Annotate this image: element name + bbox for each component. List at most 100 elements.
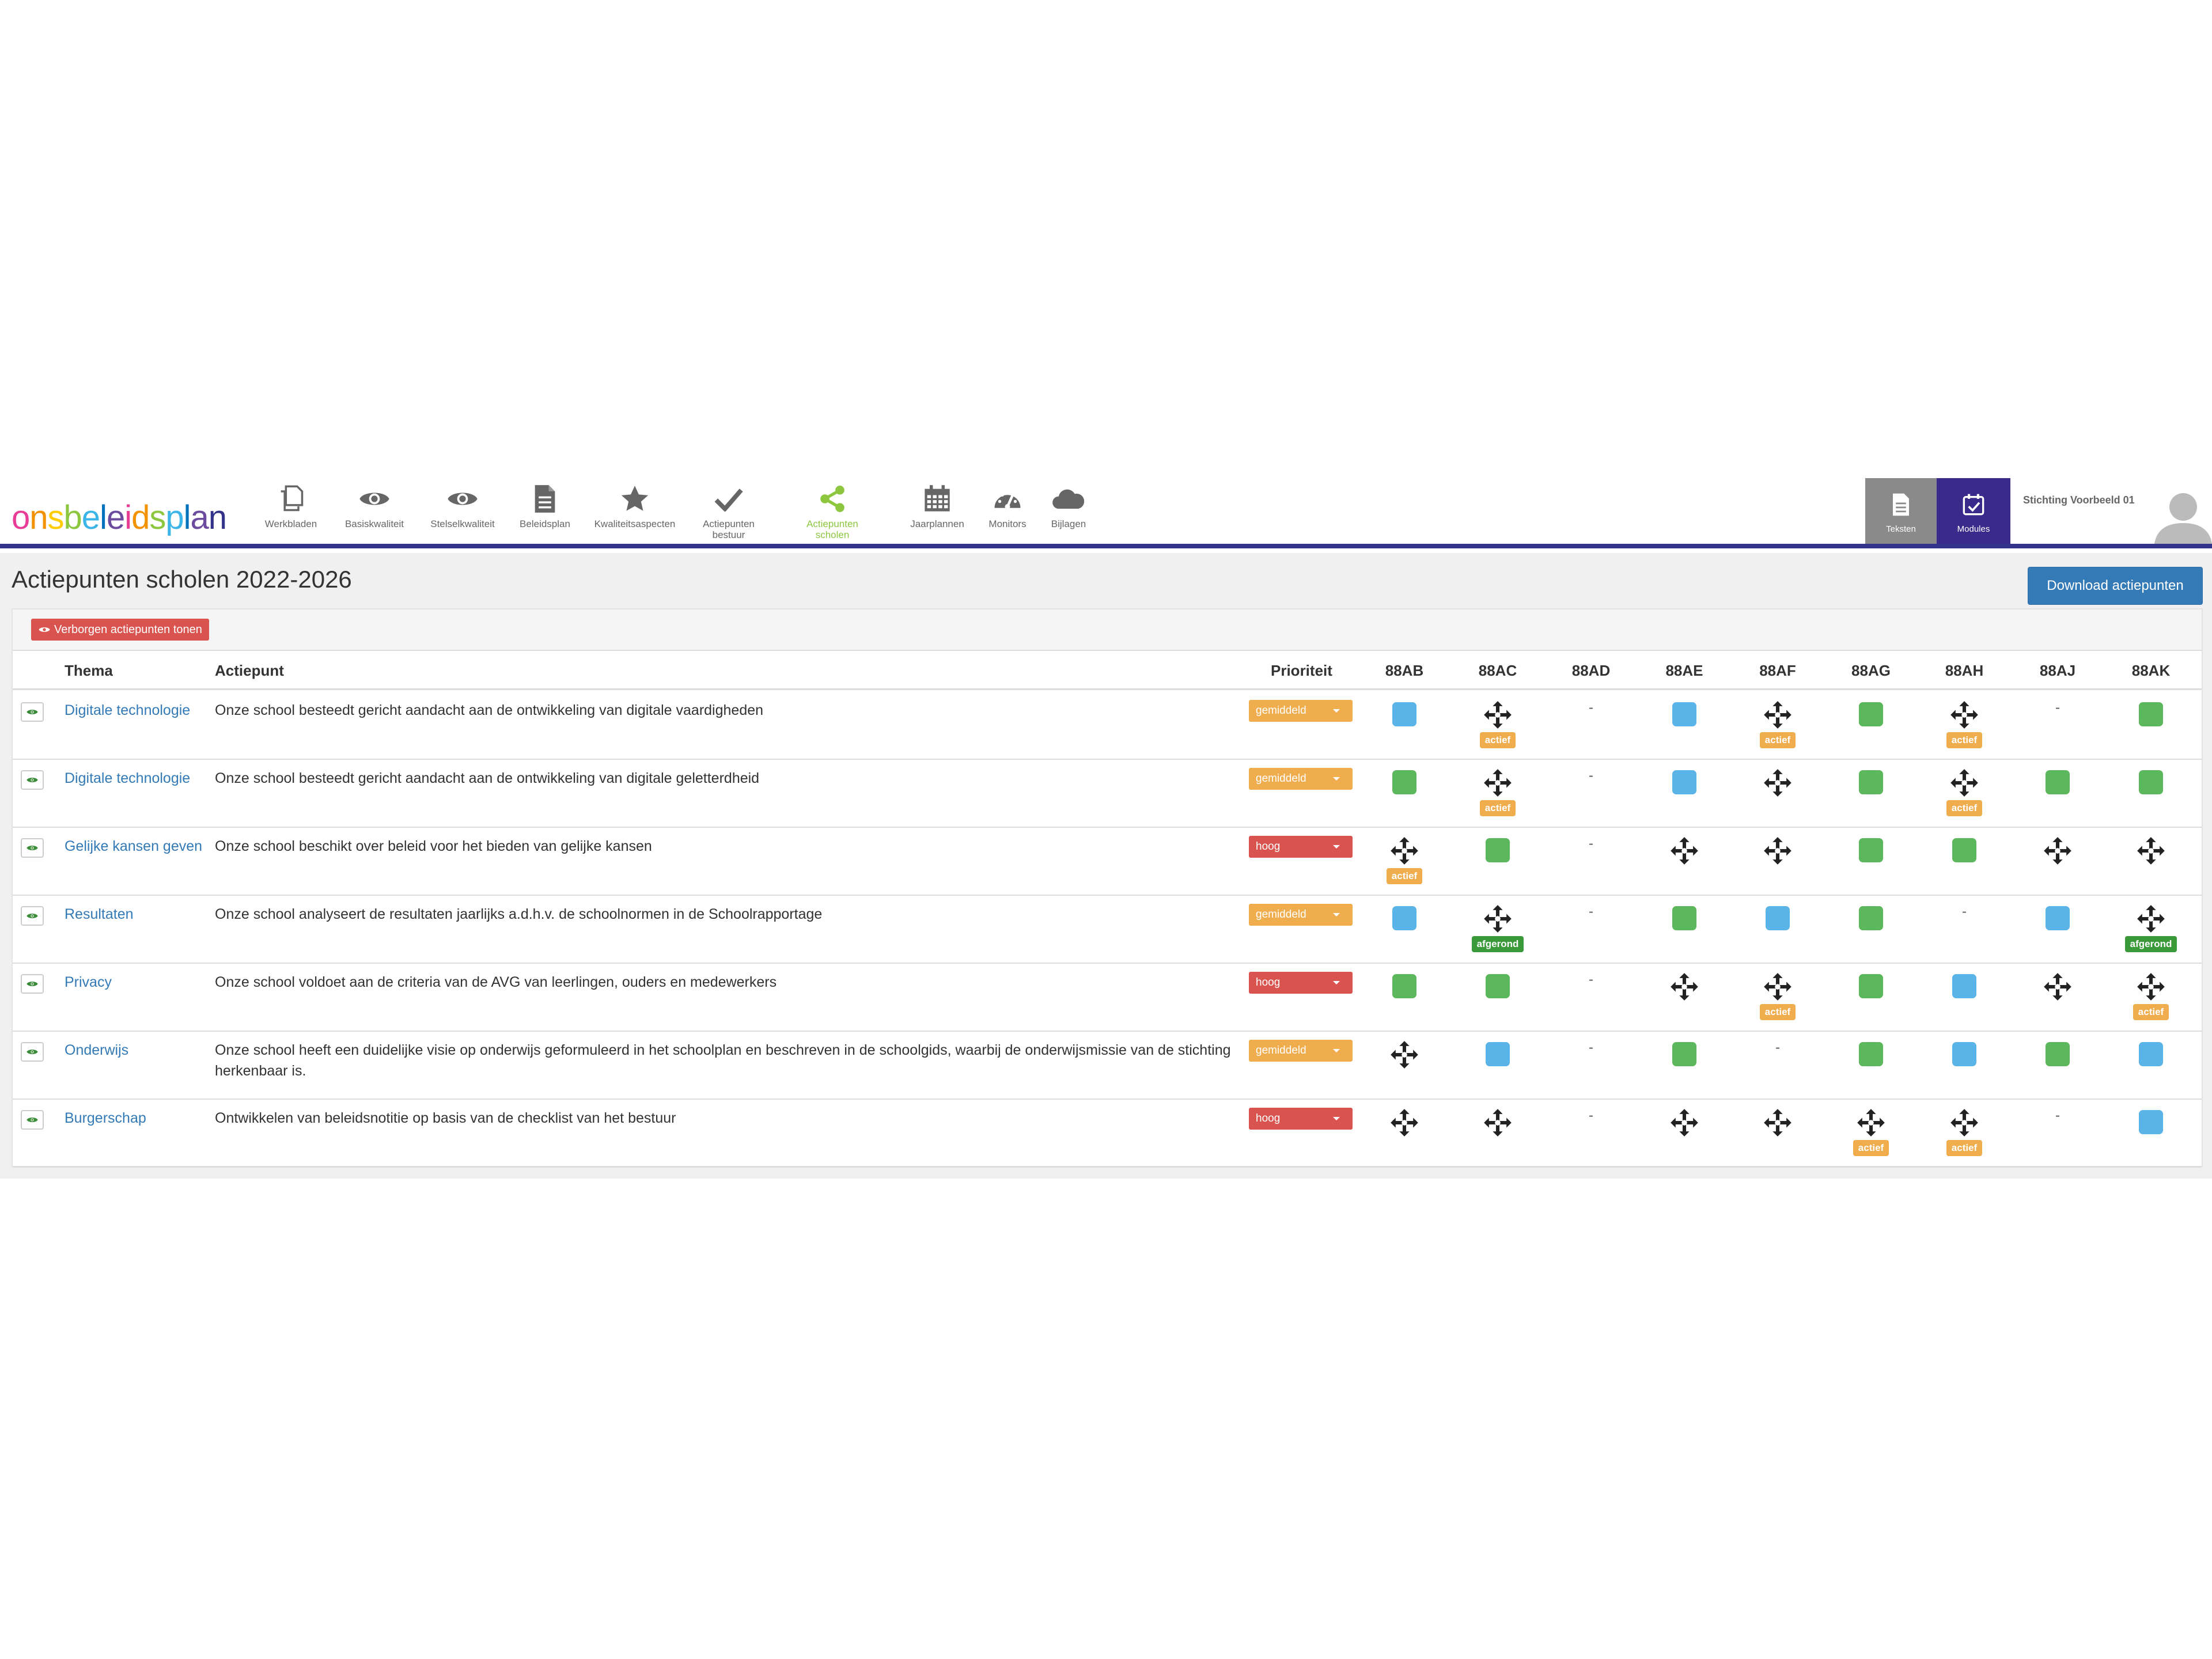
move-icon[interactable] xyxy=(1669,972,1699,1002)
show-hidden-actiepunten-button[interactable]: Verborgen actiepunten tonen xyxy=(31,619,209,641)
status-square-blue[interactable] xyxy=(2139,1110,2163,1134)
header-prioriteit[interactable]: Prioriteit xyxy=(1271,651,1332,690)
priority-dropdown[interactable]: gemiddeld xyxy=(1249,700,1353,722)
header-school-88aj[interactable]: 88AJ xyxy=(2017,651,2098,690)
status-square-green[interactable] xyxy=(1392,770,1416,794)
header-school-88ah[interactable]: 88AH xyxy=(1924,651,2005,690)
status-square-blue[interactable] xyxy=(1392,906,1416,930)
status-square-green[interactable] xyxy=(2139,702,2163,726)
toggle-visibility-button[interactable] xyxy=(21,906,44,926)
toggle-visibility-button[interactable] xyxy=(21,1110,44,1130)
status-square-blue[interactable] xyxy=(1952,1042,1976,1066)
move-icon[interactable] xyxy=(2043,972,2073,1002)
move-icon[interactable] xyxy=(1763,700,1793,730)
nav-item-monitors[interactable]: Monitors xyxy=(982,483,1033,545)
status-square-green[interactable] xyxy=(1859,974,1883,998)
move-icon[interactable] xyxy=(2043,836,2073,866)
header-school-88ak[interactable]: 88AK xyxy=(2111,651,2191,690)
move-icon[interactable] xyxy=(1483,768,1513,798)
priority-dropdown[interactable]: hoog xyxy=(1249,1108,1353,1130)
header-school-88ag[interactable]: 88AG xyxy=(1831,651,1911,690)
status-square-blue[interactable] xyxy=(1486,1042,1510,1066)
thema-link[interactable]: Gelijke kansen geven xyxy=(65,836,203,857)
thema-link[interactable]: Onderwijs xyxy=(65,1040,203,1060)
move-icon[interactable] xyxy=(1949,768,1979,798)
move-icon[interactable] xyxy=(1949,700,1979,730)
nav-item-stelselkwaliteit[interactable]: Stelselkwaliteit xyxy=(425,483,500,545)
move-icon[interactable] xyxy=(1763,972,1793,1002)
status-square-green[interactable] xyxy=(1486,838,1510,862)
status-square-green[interactable] xyxy=(1952,838,1976,862)
thema-link[interactable]: Digitale technologie xyxy=(65,768,203,789)
move-icon[interactable] xyxy=(1389,1040,1419,1070)
thema-link[interactable]: Burgerschap xyxy=(65,1108,203,1128)
priority-dropdown[interactable]: hoog xyxy=(1249,972,1353,994)
move-icon[interactable] xyxy=(1763,768,1793,798)
thema-link[interactable]: Resultaten xyxy=(65,904,203,925)
header-school-88af[interactable]: 88AF xyxy=(1737,651,1818,690)
toggle-visibility-button[interactable] xyxy=(21,974,44,994)
avatar[interactable] xyxy=(2150,490,2212,544)
status-square-green[interactable] xyxy=(1859,770,1883,794)
status-square-blue[interactable] xyxy=(1766,906,1790,930)
status-square-green[interactable] xyxy=(2139,770,2163,794)
status-square-green[interactable] xyxy=(1392,974,1416,998)
status-square-blue[interactable] xyxy=(1672,770,1696,794)
nav-item-basiskwaliteit[interactable]: Basiskwaliteit xyxy=(340,483,409,545)
move-icon[interactable] xyxy=(2136,972,2166,1002)
move-icon[interactable] xyxy=(1763,1108,1793,1138)
teksten-button[interactable]: Teksten xyxy=(1865,478,1937,544)
priority-dropdown[interactable]: gemiddeld xyxy=(1249,1040,1353,1062)
nav-item-actiepunten-bestuur[interactable]: Actiepunten bestuur xyxy=(697,483,760,545)
move-icon[interactable] xyxy=(1389,1108,1419,1138)
move-icon[interactable] xyxy=(1856,1108,1886,1138)
status-square-blue[interactable] xyxy=(2139,1042,2163,1066)
move-icon[interactable] xyxy=(1669,1108,1699,1138)
logo[interactable]: onsbeleidsplan xyxy=(12,491,227,537)
toggle-visibility-button[interactable] xyxy=(21,838,44,858)
status-square-green[interactable] xyxy=(1486,974,1510,998)
toggle-visibility-button[interactable] xyxy=(21,1042,44,1062)
nav-item-jaarplannen[interactable]: Jaarplannen xyxy=(906,483,969,545)
move-icon[interactable] xyxy=(1483,904,1513,934)
modules-button[interactable]: Modules xyxy=(1937,478,2010,544)
nav-item-bijlagen[interactable]: Bijlagen xyxy=(1043,483,1094,545)
status-square-green[interactable] xyxy=(1859,702,1883,726)
status-square-green[interactable] xyxy=(2046,770,2070,794)
status-square-blue[interactable] xyxy=(1392,702,1416,726)
header-school-88ac[interactable]: 88AC xyxy=(1457,651,1538,690)
toggle-visibility-button[interactable] xyxy=(21,702,44,722)
toggle-visibility-button[interactable] xyxy=(21,770,44,790)
status-square-blue[interactable] xyxy=(1952,974,1976,998)
priority-dropdown[interactable]: gemiddeld xyxy=(1249,904,1353,926)
move-icon[interactable] xyxy=(1389,836,1419,866)
priority-dropdown[interactable]: gemiddeld xyxy=(1249,768,1353,790)
nav-item-werkbladen[interactable]: Werkbladen xyxy=(259,483,323,545)
status-square-blue[interactable] xyxy=(1672,702,1696,726)
nav-item-actiepunten-scholen[interactable]: Actiepunten scholen xyxy=(801,483,864,545)
header-school-88ab[interactable]: 88AB xyxy=(1364,651,1445,690)
move-icon[interactable] xyxy=(2136,904,2166,934)
status-square-green[interactable] xyxy=(2046,1042,2070,1066)
thema-link[interactable]: Privacy xyxy=(65,972,203,993)
move-icon[interactable] xyxy=(1483,1108,1513,1138)
move-icon[interactable] xyxy=(1949,1108,1979,1138)
move-icon[interactable] xyxy=(1669,836,1699,866)
status-square-green[interactable] xyxy=(1859,838,1883,862)
status-square-green[interactable] xyxy=(1859,906,1883,930)
nav-item-beleidsplan[interactable]: Beleidsplan xyxy=(516,483,574,545)
move-icon[interactable] xyxy=(2136,836,2166,866)
status-square-green[interactable] xyxy=(1672,906,1696,930)
status-square-blue[interactable] xyxy=(2046,906,2070,930)
move-icon[interactable] xyxy=(1763,836,1793,866)
nav-item-kwaliteitsaspecten[interactable]: Kwaliteitsaspecten xyxy=(589,483,681,545)
status-square-green[interactable] xyxy=(1672,1042,1696,1066)
thema-link[interactable]: Digitale technologie xyxy=(65,700,203,721)
header-school-88ad[interactable]: 88AD xyxy=(1551,651,1631,690)
header-school-88ae[interactable]: 88AE xyxy=(1644,651,1725,690)
move-icon[interactable] xyxy=(1483,700,1513,730)
download-actiepunten-button[interactable]: Download actiepunten xyxy=(2028,567,2203,605)
header-thema[interactable]: Thema xyxy=(65,651,113,690)
priority-dropdown[interactable]: hoog xyxy=(1249,836,1353,858)
header-actiepunt[interactable]: Actiepunt xyxy=(215,651,284,690)
